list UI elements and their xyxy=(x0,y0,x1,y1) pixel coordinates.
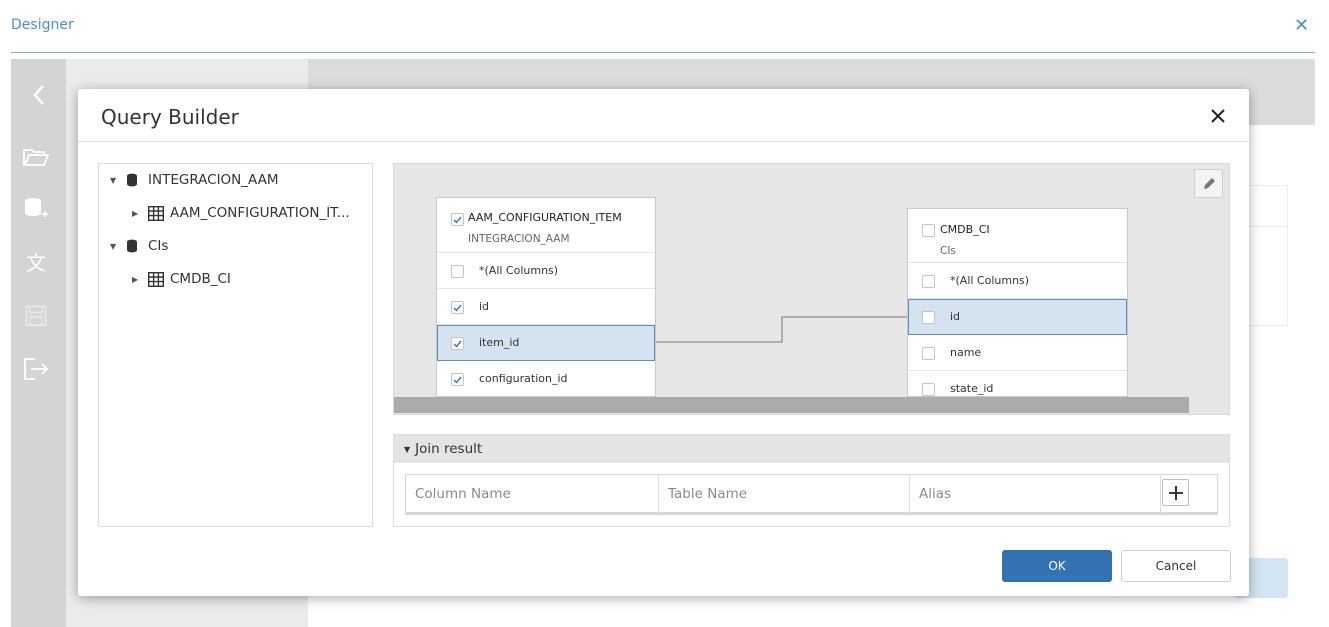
cancel-button[interactable]: Cancel xyxy=(1121,550,1231,582)
query-diagram-canvas[interactable]: AAM_CONFIGURATION_ITEM INTEGRACION_AAM *… xyxy=(393,163,1230,415)
add-column-button[interactable] xyxy=(1162,479,1189,506)
column-row-item-id[interactable]: item_id xyxy=(437,325,655,361)
column-label: *(All Columns) xyxy=(479,264,559,277)
table-select-checkbox[interactable] xyxy=(451,213,464,226)
column-checkbox[interactable] xyxy=(451,301,464,314)
dialog-divider xyxy=(78,141,1249,142)
ok-button[interactable]: OK xyxy=(1002,550,1112,582)
back-chevron-icon[interactable] xyxy=(25,81,53,109)
table-grid-icon xyxy=(148,205,166,221)
table-schema: INTEGRACION_AAM xyxy=(468,233,570,245)
database-icon xyxy=(126,238,144,254)
expanded-triangle-icon[interactable]: ▼ xyxy=(404,445,410,454)
svg-text:文: 文 xyxy=(26,251,46,275)
tree-node-label: AAM_CONFIGURATION_IT... xyxy=(170,205,350,221)
expanded-triangle-icon[interactable]: ▼ xyxy=(110,176,126,185)
diagram-table-aam-configuration-item[interactable]: AAM_CONFIGURATION_ITEM INTEGRACION_AAM *… xyxy=(436,197,656,397)
dialog-title: Query Builder xyxy=(101,105,239,129)
table-schema: CIs xyxy=(940,245,956,257)
column-row-state-id[interactable]: state_id xyxy=(908,371,1127,396)
column-row-id[interactable]: id xyxy=(437,289,655,325)
collapsed-triangle-icon[interactable]: ▶ xyxy=(132,275,148,284)
tree-node-integracion-aam[interactable]: ▼ INTEGRACION_AAM xyxy=(110,169,279,191)
tree-node-label: CMDB_CI xyxy=(170,271,231,287)
open-folder-icon[interactable] xyxy=(22,143,50,171)
collapsed-triangle-icon[interactable]: ▶ xyxy=(132,209,148,218)
column-checkbox[interactable] xyxy=(922,347,935,360)
column-checkbox[interactable] xyxy=(922,311,935,324)
check-icon xyxy=(453,340,462,348)
check-icon xyxy=(453,304,462,312)
column-header-alias[interactable]: Alias xyxy=(910,475,1161,513)
join-result-panel: ▼ Join result Column Name Table Name Ali… xyxy=(393,434,1230,527)
column-row-all[interactable]: *(All Columns) xyxy=(437,253,655,289)
join-result-header[interactable]: ▼ Join result xyxy=(394,435,1229,463)
diagram-table-cmdb-ci[interactable]: CMDB_CI CIs *(All Columns) id name state… xyxy=(907,208,1128,397)
column-checkbox[interactable] xyxy=(451,337,464,350)
tree-node-aam-configuration-item[interactable]: ▶ AAM_CONFIGURATION_IT... xyxy=(132,202,350,224)
table-header: CMDB_CI CIs xyxy=(908,209,1127,263)
text-language-icon[interactable]: 文 xyxy=(22,249,50,277)
designer-close-icon[interactable]: ✕ xyxy=(1294,16,1309,36)
tree-node-cis[interactable]: ▼ CIs xyxy=(110,235,168,257)
column-label: item_id xyxy=(479,336,520,349)
column-checkbox[interactable] xyxy=(922,275,935,288)
column-label: id xyxy=(950,310,961,323)
tree-node-label: INTEGRACION_AAM xyxy=(148,172,279,188)
column-label: name xyxy=(950,346,982,359)
expanded-triangle-icon[interactable]: ▼ xyxy=(110,242,126,251)
column-label: configuration_id xyxy=(479,372,568,385)
table-select-checkbox[interactable] xyxy=(922,224,935,237)
table-name: AAM_CONFIGURATION_ITEM xyxy=(468,211,622,224)
table-grid-icon xyxy=(148,271,166,287)
check-icon xyxy=(453,216,462,224)
add-datasource-icon[interactable] xyxy=(22,195,50,223)
column-label: id xyxy=(479,300,490,313)
designer-window: Designer ✕ 文 Query Builder ▼ INTEGRACION… xyxy=(0,0,1329,627)
close-icon[interactable] xyxy=(1206,104,1230,128)
designer-title: Designer xyxy=(11,17,74,33)
column-header-column-name[interactable]: Column Name xyxy=(406,475,659,513)
column-row-id[interactable]: id xyxy=(908,299,1127,335)
table-name: CMDB_CI xyxy=(940,223,990,236)
query-builder-dialog: Query Builder ▼ INTEGRACION_AAM ▶ AAM_CO… xyxy=(78,89,1249,596)
database-icon xyxy=(126,172,144,188)
column-row-all[interactable]: *(All Columns) xyxy=(908,263,1127,299)
designer-sidebar: 文 xyxy=(11,59,66,627)
check-icon xyxy=(453,376,462,384)
plus-icon xyxy=(1168,485,1183,500)
join-result-grid: Column Name Table Name Alias xyxy=(405,474,1218,515)
column-row-name[interactable]: name xyxy=(908,335,1127,371)
datasource-tree: ▼ INTEGRACION_AAM ▶ AAM_CONFIGURATION_IT… xyxy=(98,163,373,527)
column-row-configuration-id[interactable]: configuration_id xyxy=(437,361,655,396)
edit-pencil-icon[interactable] xyxy=(1194,169,1223,198)
tree-node-cmdb-ci[interactable]: ▶ CMDB_CI xyxy=(132,268,231,290)
column-header-table-name[interactable]: Table Name xyxy=(659,475,910,513)
column-label: *(All Columns) xyxy=(950,274,1030,287)
column-checkbox[interactable] xyxy=(922,383,935,396)
save-icon[interactable] xyxy=(22,302,50,330)
exit-icon[interactable] xyxy=(22,355,50,383)
column-checkbox[interactable] xyxy=(451,265,464,278)
join-result-title: Join result xyxy=(415,441,483,457)
column-label: state_id xyxy=(950,382,994,395)
table-header: AAM_CONFIGURATION_ITEM INTEGRACION_AAM xyxy=(437,198,655,253)
horizontal-scrollbar[interactable] xyxy=(394,397,1189,413)
designer-divider xyxy=(11,52,1315,53)
column-checkbox[interactable] xyxy=(451,373,464,386)
tree-node-label: CIs xyxy=(148,238,169,254)
